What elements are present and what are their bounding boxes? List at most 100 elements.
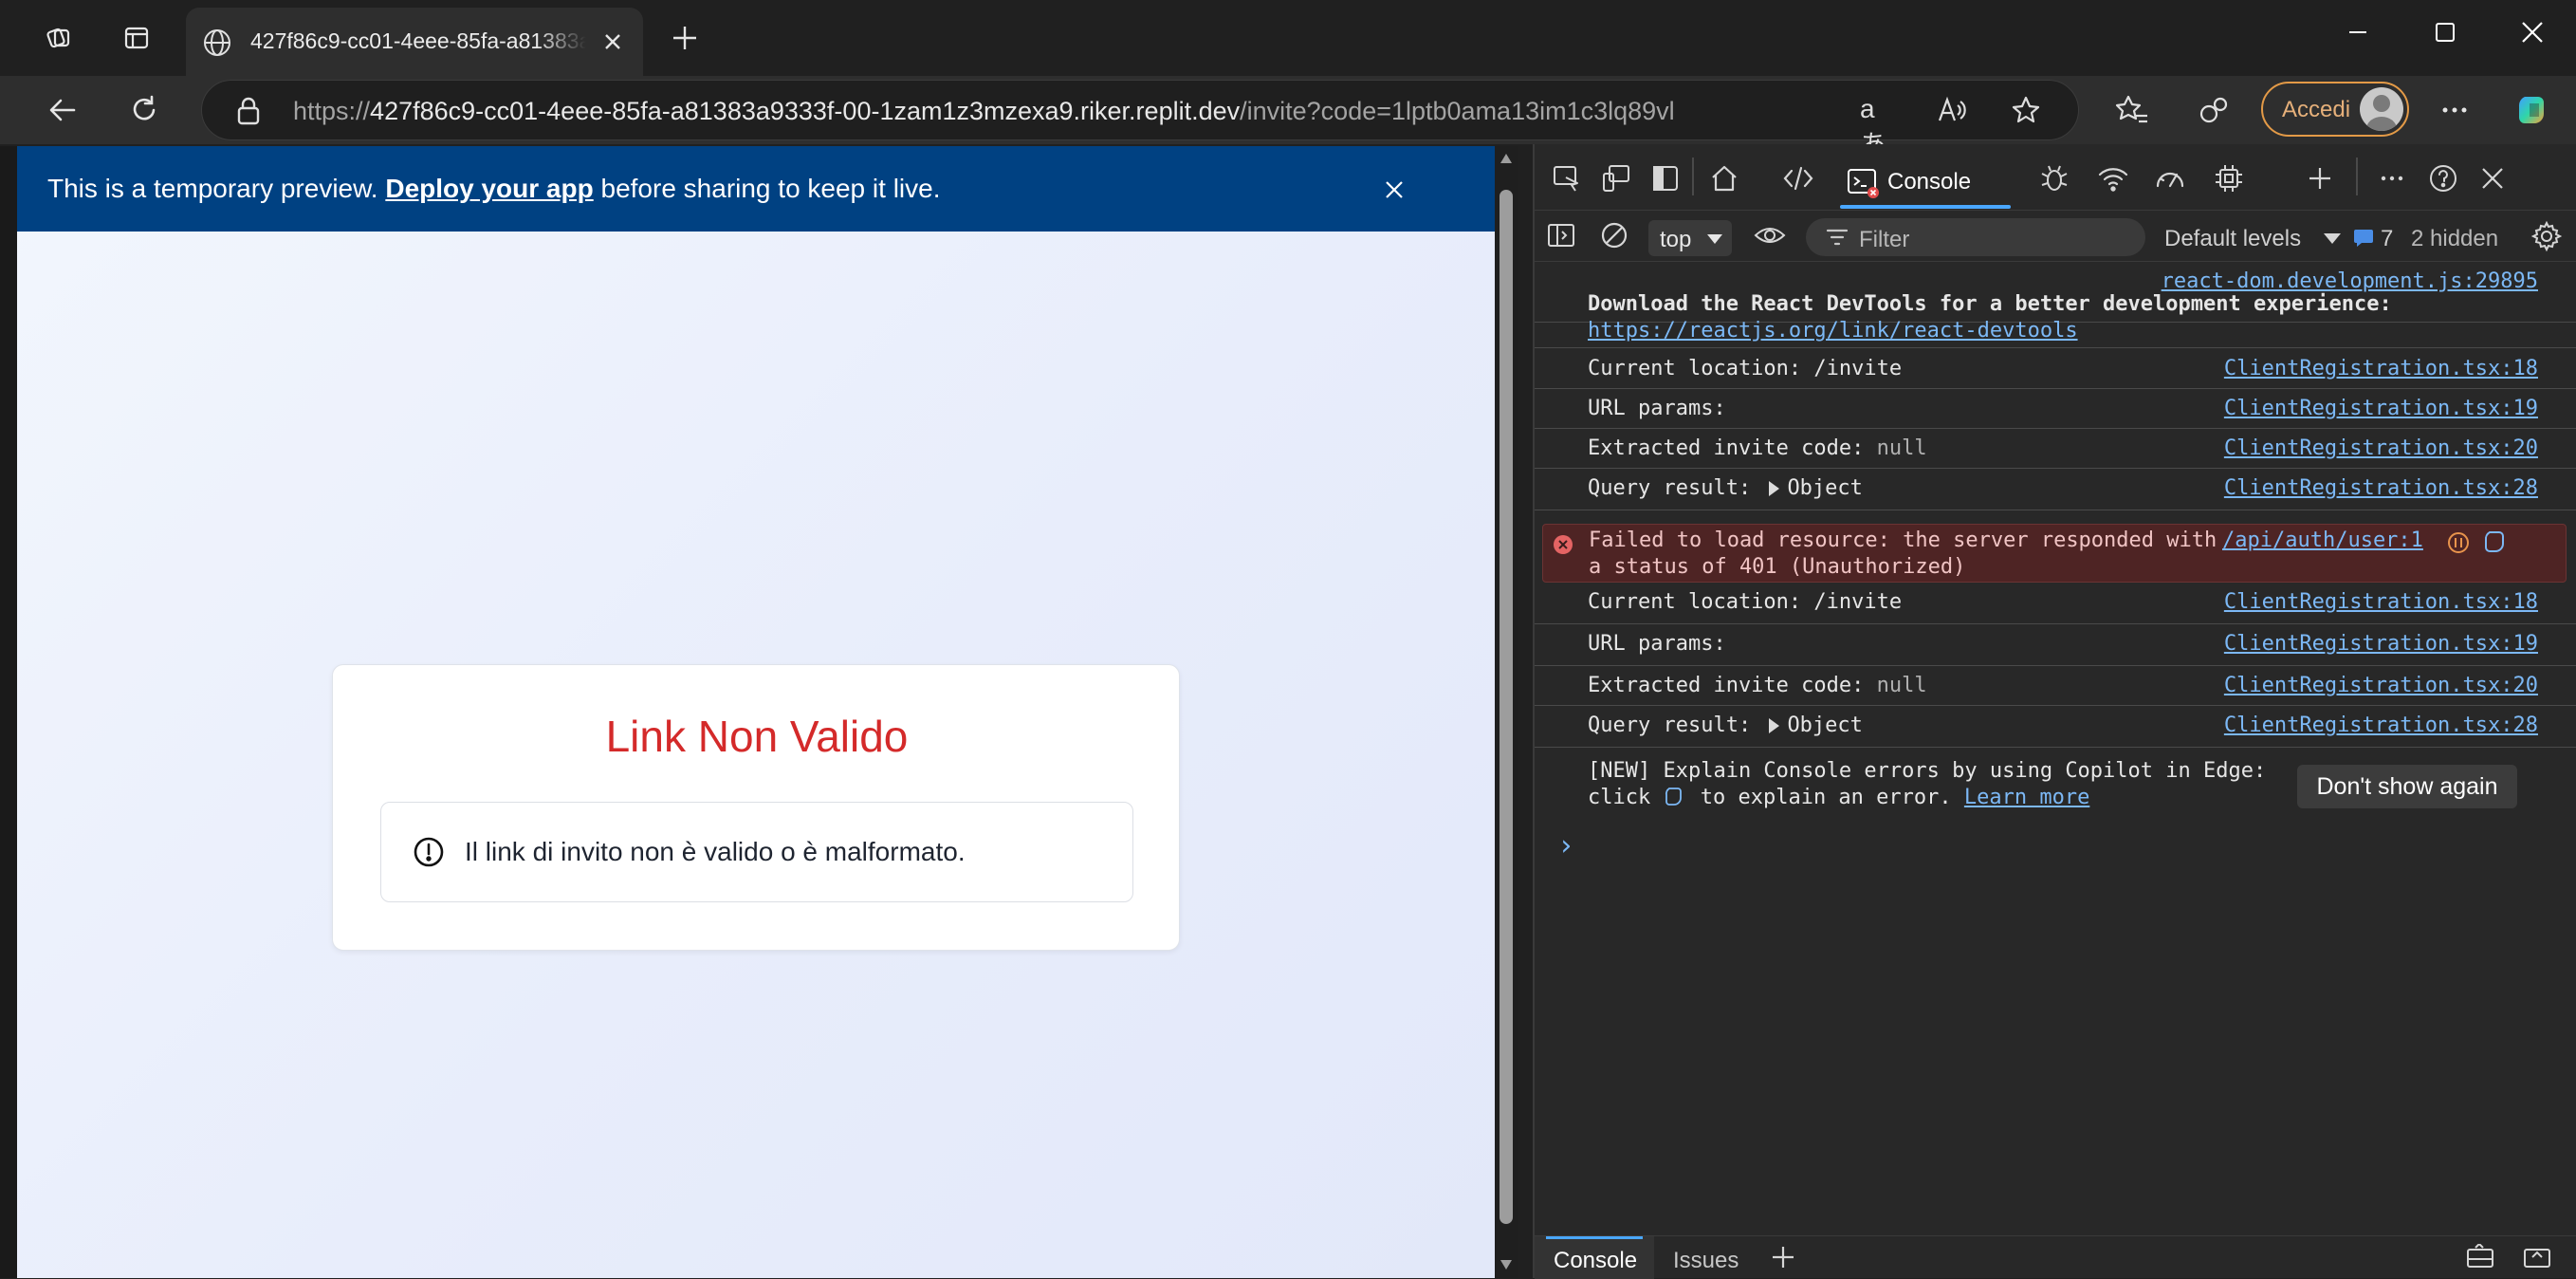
log-levels-label: Default levels: [2164, 226, 2302, 251]
messages-badge-icon[interactable]: [2352, 226, 2375, 249]
maximize-icon[interactable]: [2417, 13, 2474, 51]
dock-drawer-icon[interactable]: [2464, 1242, 2496, 1272]
drawer-tab-issues[interactable]: Issues: [1673, 1248, 1739, 1274]
browser-nav-bar: https://427f86c9-cc01-4eee-85fa-a81383a9…: [0, 76, 2576, 159]
log-source-link[interactable]: react-dom.development.js:29895: [2162, 269, 2538, 293]
react-devtools-link[interactable]: https://reactjs.org/link/react-devtools: [1588, 319, 2078, 343]
help-icon[interactable]: [2424, 159, 2462, 197]
copilot-icon[interactable]: [2513, 89, 2555, 131]
log-message: Extracted invite code:: [1588, 674, 1865, 697]
welcome-home-icon[interactable]: [1705, 159, 1743, 197]
console-filter-input[interactable]: Filter: [1806, 218, 2145, 256]
console-log-row: Current location: /invite ClientRegistra…: [1535, 584, 2576, 624]
log-source-link[interactable]: ClientRegistration.tsx:19: [2224, 632, 2538, 656]
active-tab-indicator: [1840, 205, 2011, 209]
log-object[interactable]: Object: [1787, 476, 1862, 500]
close-tab-icon[interactable]: [599, 28, 628, 57]
learn-more-link[interactable]: Learn more: [1964, 786, 2089, 809]
copilot-tip-text: [NEW] Explain Console errors by using Co…: [1588, 759, 2267, 783]
url-text[interactable]: https://427f86c9-cc01-4eee-85fa-a81383a9…: [293, 97, 1675, 126]
sources-bug-icon[interactable]: [2035, 159, 2073, 197]
lock-icon[interactable]: [234, 96, 265, 126]
add-drawer-tab-icon[interactable]: [1770, 1244, 1798, 1272]
context-select-value: top: [1660, 227, 1692, 252]
hidden-count[interactable]: 2 hidden: [2411, 226, 2498, 252]
elements-tab-icon[interactable]: [1779, 159, 1817, 197]
favorites-icon[interactable]: [2111, 89, 2153, 131]
memory-chip-icon[interactable]: [2210, 159, 2248, 197]
read-aloud-icon[interactable]: [1936, 94, 1970, 128]
console-filter-bar: top Filter Default levels 7 2 hidden: [1535, 211, 2576, 262]
devtools-panel: Console top Filter Default levels 7 2 hi…: [1533, 144, 2576, 1279]
more-options-icon[interactable]: [2434, 89, 2475, 131]
log-source-link[interactable]: ClientRegistration.tsx:18: [2224, 357, 2538, 380]
tab-console[interactable]: Console: [1840, 158, 2026, 209]
close-window-icon[interactable]: [2504, 13, 2561, 51]
page-scrollbar-thumb[interactable]: [1500, 190, 1513, 1224]
devtools-more-icon[interactable]: [2373, 159, 2411, 197]
dock-side-icon[interactable]: [1647, 159, 1684, 197]
error-message: Failed to load resource: the server resp…: [1589, 528, 2217, 552]
active-tab-indicator: [1546, 1236, 1643, 1239]
drawer-tab-console[interactable]: Console: [1535, 1236, 1654, 1279]
refresh-icon[interactable]: [123, 89, 165, 131]
filter-placeholder: Filter: [1859, 227, 1910, 252]
translate-icon[interactable]: aあ: [1860, 94, 1898, 159]
performance-gauge-icon[interactable]: [2151, 159, 2189, 197]
scroll-down-arrow-icon[interactable]: [1500, 1260, 1512, 1270]
network-wifi-icon[interactable]: [2094, 159, 2132, 197]
log-levels-dropdown[interactable]: Default levels: [2164, 226, 2341, 252]
log-object[interactable]: Object: [1787, 714, 1862, 737]
deploy-app-link[interactable]: Deploy your app: [385, 174, 593, 203]
network-error-icon[interactable]: [2446, 530, 2471, 555]
extensions-icon[interactable]: [2193, 89, 2235, 131]
console-icon: [1846, 165, 1880, 199]
expand-triangle-icon[interactable]: [1769, 481, 1780, 496]
live-expression-eye-icon[interactable]: [1753, 220, 1787, 252]
dont-show-again-button[interactable]: Don't show again: [2297, 765, 2517, 808]
console-prompt-chevron-icon[interactable]: ›: [1557, 829, 1574, 862]
log-source-link[interactable]: ClientRegistration.tsx:28: [2224, 714, 2538, 737]
toolbar-divider: [1692, 158, 1694, 195]
console-log-row: Extracted invite code: null ClientRegist…: [1535, 429, 2576, 469]
window-left-edge: [0, 146, 17, 1278]
copilot-explain-icon[interactable]: [2482, 528, 2509, 555]
sign-in-button[interactable]: Accedi: [2261, 82, 2409, 137]
minimize-icon[interactable]: [2329, 13, 2386, 51]
console-log-row: URL params: ClientRegistration.tsx:19: [1535, 624, 2576, 666]
error-source-link[interactable]: /api/auth/user:1: [2222, 528, 2423, 552]
console-output: react-dom.development.js:29895 Download …: [1535, 264, 2576, 1213]
browser-tab-active[interactable]: 427f86c9-cc01-4eee-85fa-a81383a9333f: [186, 8, 643, 76]
log-source-link[interactable]: ClientRegistration.tsx:18: [2224, 590, 2538, 614]
log-source-link[interactable]: ClientRegistration.tsx:20: [2224, 436, 2538, 460]
sidebar-toggle-icon[interactable]: [1546, 220, 1578, 252]
page-scrollbar[interactable]: [1495, 146, 1518, 1278]
preview-banner-text: This is a temporary preview. Deploy your…: [47, 174, 940, 204]
close-devtools-icon[interactable]: [2474, 159, 2512, 197]
log-message: URL params:: [1588, 632, 1726, 656]
address-bar[interactable]: https://427f86c9-cc01-4eee-85fa-a81383a9…: [201, 80, 2079, 159]
more-tools-plus-icon[interactable]: [2301, 159, 2339, 197]
error-icon: [1553, 534, 1573, 555]
favorite-star-icon[interactable]: [2010, 94, 2044, 128]
expand-drawer-icon[interactable]: [2521, 1244, 2553, 1272]
error-message-cont: a status of 401 (Unauthorized): [1589, 555, 1966, 579]
scroll-up-arrow-icon[interactable]: [1500, 154, 1512, 163]
tab-actions-icon[interactable]: [116, 17, 157, 59]
console-settings-gear-icon[interactable]: [2530, 220, 2563, 252]
context-select[interactable]: top: [1648, 220, 1732, 256]
device-emulation-icon[interactable]: [1597, 159, 1635, 197]
workspaces-icon[interactable]: [38, 17, 80, 59]
inspect-element-icon[interactable]: [1548, 159, 1586, 197]
new-tab-icon[interactable]: [664, 17, 706, 59]
banner-close-icon[interactable]: [1375, 171, 1413, 209]
log-source-link[interactable]: ClientRegistration.tsx:19: [2224, 397, 2538, 420]
log-value-null: null: [1876, 436, 1927, 460]
toolbar-divider: [2356, 158, 2358, 195]
clear-console-icon[interactable]: [1599, 220, 1631, 252]
banner-text-before: This is a temporary preview.: [47, 174, 386, 203]
expand-triangle-icon[interactable]: [1769, 718, 1780, 733]
log-source-link[interactable]: ClientRegistration.tsx:20: [2224, 674, 2538, 697]
log-source-link[interactable]: ClientRegistration.tsx:28: [2224, 476, 2538, 500]
back-icon[interactable]: [42, 89, 83, 131]
